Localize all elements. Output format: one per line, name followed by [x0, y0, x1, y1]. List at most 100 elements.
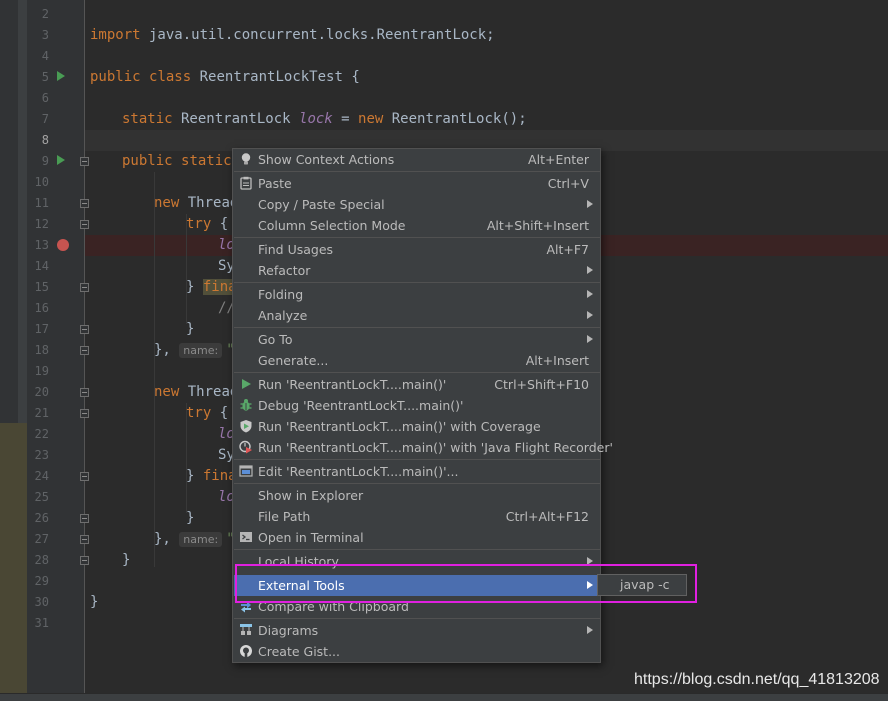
menu-item-column-selection-mode[interactable]: Column Selection Mode Alt+Shift+Insert	[234, 215, 600, 236]
menu-item-create-gist[interactable]: Create Gist...	[234, 641, 600, 662]
tool-window-strip-top	[0, 0, 18, 423]
menu-item-label: Run 'ReentrantLockT....main()'	[258, 377, 447, 392]
run-class-icon[interactable]	[57, 71, 65, 81]
fold-icon[interactable]	[80, 535, 89, 544]
menu-item-paste[interactable]: Paste Ctrl+V	[234, 173, 600, 194]
menu-item-label: Folding	[258, 287, 304, 302]
run-main-icon[interactable]	[57, 155, 65, 165]
line-number: 28	[34, 553, 49, 567]
menu-separator	[234, 327, 600, 328]
menu-item-run[interactable]: Run 'ReentrantLockT....main()' Ctrl+Shif…	[234, 374, 600, 395]
line-number: 31	[34, 616, 49, 630]
menu-item-diagrams[interactable]: Diagrams	[234, 620, 600, 641]
fold-icon[interactable]	[80, 199, 89, 208]
fold-icon[interactable]	[80, 283, 89, 292]
menu-item-label: Generate...	[258, 353, 329, 368]
menu-item-run-with-coverage[interactable]: Run 'ReentrantLockT....main()' with Cove…	[234, 416, 600, 437]
menu-item-local-history[interactable]: Local History	[234, 551, 600, 572]
line-number: 25	[34, 490, 49, 504]
submenu-arrow-icon	[587, 266, 593, 274]
code-line-7: static ReentrantLock lock = new Reentran…	[122, 109, 527, 130]
submenu-item-javap[interactable]: javap -c	[620, 577, 669, 592]
menu-item-label: Open in Terminal	[258, 530, 364, 545]
code-line-21: try {	[186, 403, 228, 424]
brace: }	[186, 468, 203, 484]
line-number: 15	[34, 280, 49, 294]
code-line-3: import java.util.concurrent.locks.Reentr…	[90, 25, 495, 46]
line-number: 6	[41, 91, 49, 105]
terminal-icon	[240, 532, 252, 542]
menu-item-label: Diagrams	[258, 623, 319, 638]
menu-item-run-with-jfr[interactable]: Run 'ReentrantLockT....main()' with 'Jav…	[234, 437, 613, 458]
submenu-arrow-icon	[587, 557, 593, 565]
fold-icon[interactable]	[80, 514, 89, 523]
menu-item-file-path[interactable]: File Path Ctrl+Alt+F12	[234, 506, 600, 527]
status-bar	[0, 693, 888, 701]
line-number: 3	[41, 28, 49, 42]
operator: =	[332, 111, 359, 127]
line-number: 7	[41, 112, 49, 126]
flight-recorder-icon	[239, 440, 252, 454]
lightbulb-icon	[241, 153, 251, 165]
fold-icon[interactable]	[80, 220, 89, 229]
menu-item-edit-configuration[interactable]: Edit 'ReentrantLockT....main()'...	[234, 461, 600, 482]
menu-item-generate[interactable]: Generate... Alt+Insert	[234, 350, 600, 371]
menu-item-label: Copy / Paste Special	[258, 197, 385, 212]
menu-item-external-tools[interactable]: External Tools	[234, 575, 600, 596]
menu-item-go-to[interactable]: Go To	[234, 329, 600, 350]
submenu-arrow-icon	[587, 200, 593, 208]
menu-item-refactor[interactable]: Refactor	[234, 260, 600, 281]
brace: }	[90, 594, 99, 610]
menu-item-folding[interactable]: Folding	[234, 284, 600, 305]
code-line-24: } fina	[186, 466, 237, 487]
menu-item-show-in-explorer[interactable]: Show in Explorer	[234, 485, 600, 506]
watermark: https://blog.csdn.net/qq_41813208	[634, 671, 880, 688]
brace: {	[211, 405, 229, 421]
code-line-30: }	[90, 592, 98, 613]
fold-icon[interactable]	[80, 409, 89, 418]
code-line-18: }, name:"A	[154, 340, 243, 361]
keyword: new	[154, 384, 180, 400]
indent-guide	[154, 172, 155, 567]
keyword: import	[90, 27, 141, 43]
menu-item-label: External Tools	[258, 578, 345, 593]
class-decl: ReentrantLockTest {	[191, 69, 360, 85]
field-name: lock	[299, 111, 333, 127]
keyword: try	[186, 216, 212, 232]
menu-item-debug[interactable]: Debug 'ReentrantLockT....main()'	[234, 395, 600, 416]
fold-icon[interactable]	[80, 472, 89, 481]
fold-icon[interactable]	[80, 325, 89, 334]
menu-item-open-in-terminal[interactable]: Open in Terminal	[234, 527, 600, 548]
menu-item-analyze[interactable]: Analyze	[234, 305, 600, 326]
brace: {	[211, 216, 229, 232]
breakpoint-icon[interactable]	[57, 239, 69, 251]
fold-icon[interactable]	[80, 346, 89, 355]
compare-icon	[241, 601, 251, 613]
fold-icon[interactable]	[80, 556, 89, 565]
menu-item-find-usages[interactable]: Find Usages Alt+F7	[234, 239, 600, 260]
menu-item-label: Go To	[258, 332, 293, 347]
fold-icon[interactable]	[80, 388, 89, 397]
line-number: 27	[34, 532, 49, 546]
param-hint: name:	[179, 532, 223, 547]
menu-item-label: Compare with Clipboard	[258, 599, 409, 614]
keyword: class	[149, 69, 192, 85]
menu-item-show-context-actions[interactable]: Show Context Actions Alt+Enter	[234, 149, 600, 170]
menu-item-compare-with-clipboard[interactable]: Compare with Clipboard	[234, 596, 600, 617]
line-number: 29	[34, 574, 49, 588]
menu-item-copy-paste-special[interactable]: Copy / Paste Special	[234, 194, 600, 215]
keyword: new	[358, 111, 384, 127]
line-number: 30	[34, 595, 49, 609]
fold-icon[interactable]	[80, 157, 89, 166]
line-number: 8	[41, 133, 49, 147]
menu-item-label: Edit 'ReentrantLockT....main()'...	[258, 464, 459, 479]
menu-separator	[234, 483, 600, 484]
line-number: 10	[34, 175, 49, 189]
brace: }	[186, 279, 203, 295]
menu-item-shortcut: Ctrl+V	[547, 176, 589, 191]
keyword: new	[154, 195, 180, 211]
menu-item-shortcut: Alt+F7	[546, 242, 589, 257]
menu-item-label: Local History	[258, 554, 339, 569]
line-number: 4	[41, 49, 49, 63]
line-number: 26	[34, 511, 49, 525]
